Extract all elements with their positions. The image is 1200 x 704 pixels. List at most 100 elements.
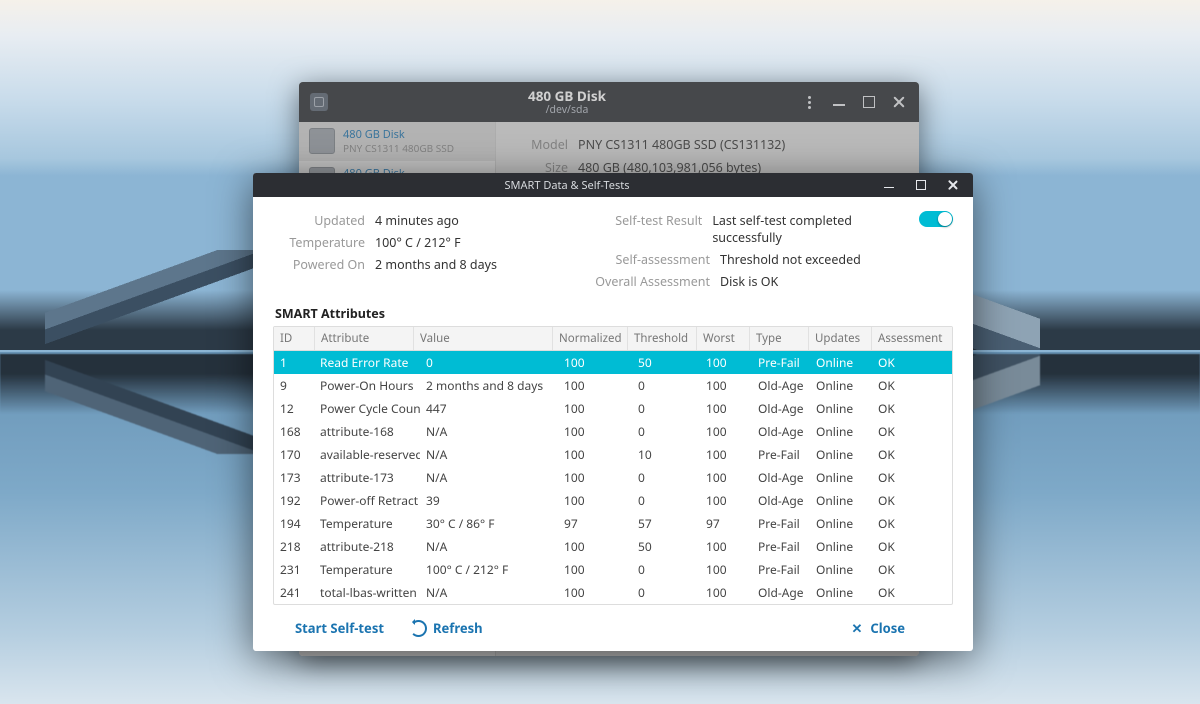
cell: OK: [872, 558, 952, 581]
cell: 9: [274, 374, 314, 397]
col-assessment[interactable]: Assessment: [872, 327, 952, 350]
cell: 218: [274, 535, 314, 558]
close-icon: ✕: [851, 619, 862, 637]
cell: 100: [700, 535, 752, 558]
summary-value: Last self-test completed successfully: [712, 212, 911, 246]
cell: Online: [810, 374, 872, 397]
table-row[interactable]: 170available-reserved-spaceN/A10010100Pr…: [274, 443, 952, 466]
cell: 50: [632, 351, 700, 374]
cell: attribute-168: [314, 420, 420, 443]
col-worst[interactable]: Worst: [697, 327, 750, 350]
smart-toggle[interactable]: [919, 211, 953, 227]
cell: 100: [700, 443, 752, 466]
smart-dialog: SMART Data & Self-Tests Updated4 minutes…: [253, 173, 973, 651]
table-row[interactable]: 1Read Error Rate010050100Pre-FailOnlineO…: [274, 351, 952, 374]
cell: 39: [420, 489, 558, 512]
smart-titlebar[interactable]: SMART Data & Self-Tests: [253, 173, 973, 197]
cell: 0: [632, 420, 700, 443]
cell: Read Error Rate: [314, 351, 420, 374]
refresh-label: Refresh: [433, 619, 483, 637]
summary-value: 4 minutes ago: [375, 212, 459, 229]
col-normalized[interactable]: Normalized: [553, 327, 628, 350]
cell: OK: [872, 466, 952, 489]
col-updates[interactable]: Updates: [809, 327, 872, 350]
cell: 100: [558, 420, 632, 443]
close-dialog-button[interactable]: ✕ Close: [851, 619, 905, 637]
cell: total-lbas-written: [314, 581, 420, 604]
table-row[interactable]: 168attribute-168N/A1000100Old-AgeOnlineO…: [274, 420, 952, 443]
cell: 50: [632, 535, 700, 558]
close-label: Close: [870, 619, 905, 637]
cell: 100: [558, 397, 632, 420]
table-header: ID Attribute Value Normalized Threshold …: [274, 327, 952, 351]
attributes-heading: SMART Attributes: [275, 305, 953, 322]
cell: Old-Age: [752, 581, 810, 604]
cell: Pre-Fail: [752, 558, 810, 581]
cell: 173: [274, 466, 314, 489]
maximize-icon: [916, 180, 926, 190]
cell: attribute-173: [314, 466, 420, 489]
cell: Online: [810, 466, 872, 489]
table-row[interactable]: 231Temperature100° C / 212° F1000100Pre-…: [274, 558, 952, 581]
cell: Power-On Hours: [314, 374, 420, 397]
table-row[interactable]: 194Temperature30° C / 86° F975797Pre-Fai…: [274, 512, 952, 535]
cell: 100: [558, 581, 632, 604]
cell: 100: [700, 489, 752, 512]
table-row[interactable]: 192Power-off Retract Count391000100Old-A…: [274, 489, 952, 512]
refresh-button[interactable]: Refresh: [410, 619, 483, 637]
cell: 241: [274, 581, 314, 604]
summary-label: Updated: [273, 212, 375, 229]
dialog-maximize-button[interactable]: [907, 171, 935, 199]
table-row[interactable]: 241total-lbas-writtenN/A1000100Old-AgeOn…: [274, 581, 952, 604]
cell: 97: [558, 512, 632, 535]
summary-label: Self-test Result: [592, 212, 712, 246]
cell: Online: [810, 558, 872, 581]
summary-label: Overall Assessment: [592, 273, 720, 290]
cell: 170: [274, 443, 314, 466]
summary-label: Powered On: [273, 256, 375, 273]
summary-value: Disk is OK: [720, 273, 778, 290]
cell: 100: [558, 558, 632, 581]
table-row[interactable]: 173attribute-173N/A1000100Old-AgeOnlineO…: [274, 466, 952, 489]
cell: 100: [558, 535, 632, 558]
cell: N/A: [420, 535, 558, 558]
cell: Online: [810, 397, 872, 420]
cell: Online: [810, 512, 872, 535]
cell: Old-Age: [752, 374, 810, 397]
cell: 447: [420, 397, 558, 420]
close-icon: [948, 180, 958, 190]
cell: N/A: [420, 443, 558, 466]
col-id[interactable]: ID: [274, 327, 315, 350]
cell: 100° C / 212° F: [420, 558, 558, 581]
dialog-close-button[interactable]: [939, 171, 967, 199]
cell: Power Cycle Count: [314, 397, 420, 420]
cell: 100: [700, 351, 752, 374]
cell: OK: [872, 581, 952, 604]
summary-value: 100° C / 212° F: [375, 234, 461, 251]
table-row[interactable]: 12Power Cycle Count4471000100Old-AgeOnli…: [274, 397, 952, 420]
cell: 0: [420, 351, 558, 374]
cell: OK: [872, 351, 952, 374]
col-value[interactable]: Value: [414, 327, 553, 350]
cell: 194: [274, 512, 314, 535]
cell: 100: [558, 443, 632, 466]
cell: Online: [810, 420, 872, 443]
cell: 100: [700, 581, 752, 604]
cell: Temperature: [314, 558, 420, 581]
col-threshold[interactable]: Threshold: [628, 327, 697, 350]
cell: Online: [810, 489, 872, 512]
start-self-test-button[interactable]: Start Self-test: [295, 619, 384, 637]
cell: Pre-Fail: [752, 512, 810, 535]
cell: Pre-Fail: [752, 351, 810, 374]
cell: Power-off Retract Count: [314, 489, 420, 512]
cell: Online: [810, 351, 872, 374]
col-attribute[interactable]: Attribute: [315, 327, 414, 350]
refresh-icon: [410, 620, 427, 637]
col-type[interactable]: Type: [750, 327, 809, 350]
cell: 100: [558, 489, 632, 512]
dialog-minimize-button[interactable]: [875, 171, 903, 199]
table-row[interactable]: 9Power-On Hours2 months and 8 days100010…: [274, 374, 952, 397]
minimize-icon: [884, 187, 894, 189]
cell: 100: [558, 374, 632, 397]
table-row[interactable]: 218attribute-218N/A10050100Pre-FailOnlin…: [274, 535, 952, 558]
